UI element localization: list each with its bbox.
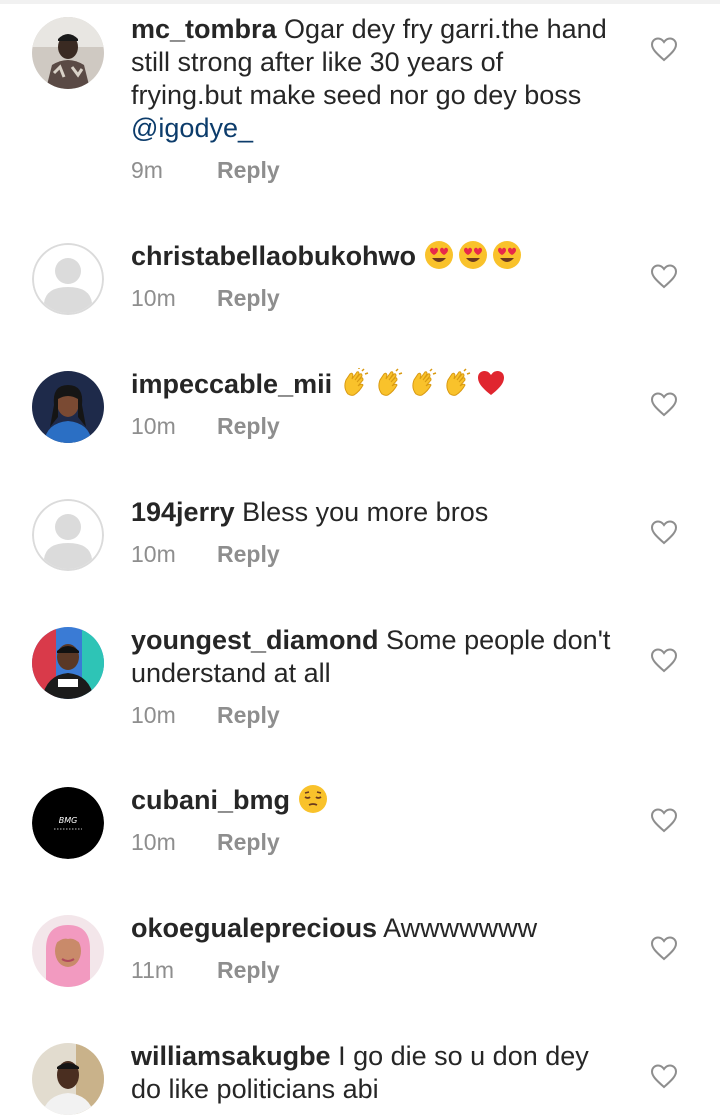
comment-text: mc_tombra Ogar dey fry garri.the hand st… — [131, 13, 621, 145]
like-heart-icon[interactable] — [650, 36, 678, 62]
comment-timestamp: 10m — [131, 829, 176, 855]
comment-username[interactable]: 194jerry — [131, 497, 235, 527]
reply-button[interactable]: Reply — [217, 957, 280, 983]
comment-body — [290, 785, 298, 815]
comment-text: okoegualeprecious Awwwwwww — [131, 912, 621, 945]
clapping-hands-emoji — [374, 368, 404, 398]
avatar[interactable] — [32, 17, 104, 89]
avatar[interactable] — [32, 243, 104, 315]
clapping-hands-emoji — [442, 368, 472, 398]
reply-button[interactable]: Reply — [217, 157, 280, 183]
avatar[interactable] — [32, 915, 104, 987]
comment-username[interactable]: cubani_bmg — [131, 785, 290, 815]
like-heart-icon[interactable] — [650, 935, 678, 961]
reply-button[interactable]: Reply — [217, 413, 280, 439]
mention-link[interactable]: @igodye_ — [131, 113, 253, 143]
comment-body: Bless you more bros — [234, 497, 489, 527]
comment-username[interactable]: mc_tombra — [131, 14, 277, 44]
like-heart-icon[interactable] — [650, 647, 678, 673]
comment-username[interactable]: impeccable_mii — [131, 369, 332, 399]
comment-username[interactable]: youngest_diamond — [131, 625, 379, 655]
comment-text: cubani_bmg — [131, 784, 621, 817]
comment-username[interactable]: okoegualeprecious — [131, 913, 377, 943]
comment-body: Awwwwwww — [377, 913, 538, 943]
comment-timestamp: 10m — [131, 285, 176, 311]
comment-body — [332, 369, 340, 399]
reply-button[interactable]: Reply — [217, 829, 280, 855]
comment-text: impeccable_mii — [131, 368, 621, 401]
top-divider — [0, 0, 720, 4]
comment-username[interactable]: christabellaobukohwo — [131, 241, 416, 271]
comment-timestamp: 10m — [131, 413, 176, 439]
red-heart-emoji — [476, 368, 506, 398]
heart-eyes-emoji — [424, 240, 454, 270]
comment-timestamp: 10m — [131, 702, 176, 728]
like-heart-icon[interactable] — [650, 263, 678, 289]
clapping-hands-emoji — [340, 368, 370, 398]
person-silhouette-icon — [32, 243, 104, 315]
like-heart-icon[interactable] — [650, 519, 678, 545]
avatar[interactable]: BMG — [32, 787, 104, 859]
comment-username[interactable]: williamsakugbe — [131, 1041, 331, 1071]
comment-timestamp: 11m — [131, 957, 175, 983]
comment-timestamp: 10m — [131, 541, 176, 567]
like-heart-icon[interactable] — [650, 807, 678, 833]
reply-button[interactable]: Reply — [217, 541, 280, 567]
comment-text: christabellaobukohwo — [131, 240, 621, 273]
like-heart-icon[interactable] — [650, 1063, 678, 1089]
person-silhouette-icon — [32, 499, 104, 571]
pensive-face-emoji — [298, 784, 328, 814]
avatar[interactable] — [32, 371, 104, 443]
like-heart-icon[interactable] — [650, 391, 678, 417]
avatar[interactable] — [32, 1043, 104, 1115]
clapping-hands-emoji — [408, 368, 438, 398]
comment-text: williamsakugbe I go die so u don dey do … — [131, 1040, 621, 1106]
reply-button[interactable]: Reply — [217, 702, 280, 728]
comment-text: 194jerry Bless you more bros — [131, 496, 621, 529]
bmg-logo-text: BMG — [59, 816, 78, 825]
comment-body — [416, 241, 424, 271]
avatar[interactable] — [32, 499, 104, 571]
comment-text: youngest_diamond Some people don't under… — [131, 624, 621, 690]
comment-timestamp: 9m — [131, 157, 163, 183]
heart-eyes-emoji — [458, 240, 488, 270]
avatar[interactable] — [32, 627, 104, 699]
reply-button[interactable]: Reply — [217, 285, 280, 311]
heart-eyes-emoji — [492, 240, 522, 270]
